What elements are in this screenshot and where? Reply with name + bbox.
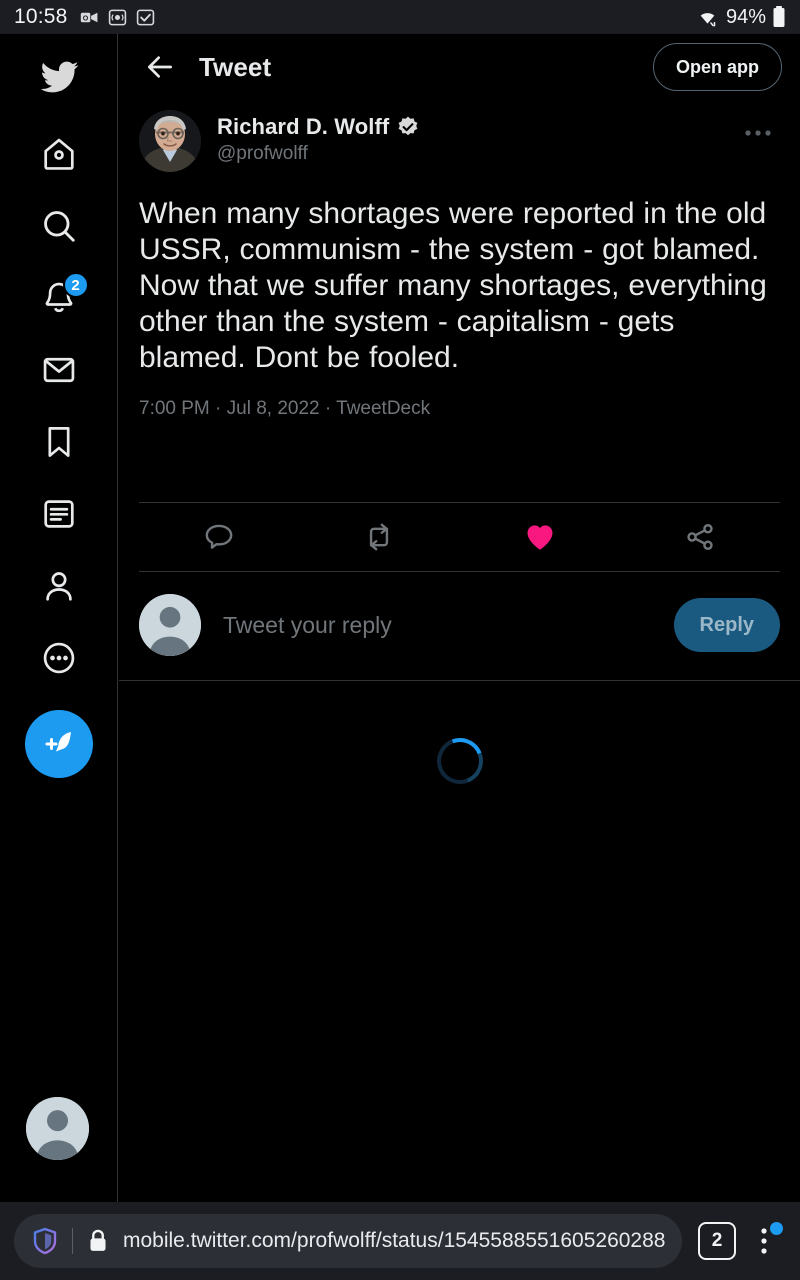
tweet-author-row: Richard D. Wolff @profwolff xyxy=(139,110,780,172)
share-action-button[interactable] xyxy=(620,503,780,571)
battery-percent: 94% xyxy=(725,5,766,28)
conversation-loading-area xyxy=(119,681,800,841)
sidebar-item-messages[interactable] xyxy=(23,334,95,406)
search-icon xyxy=(43,211,75,242)
page-title: Tweet xyxy=(199,51,272,82)
author-name-block: Richard D. Wolff @profwolff xyxy=(217,110,420,165)
browser-menu-button[interactable] xyxy=(742,1217,786,1265)
back-arrow-icon xyxy=(148,56,172,78)
default-avatar-icon xyxy=(139,594,201,656)
brave-shield-icon[interactable] xyxy=(30,1226,60,1256)
author-handle: @profwolff xyxy=(217,143,308,164)
tweet-more-button[interactable] xyxy=(736,110,780,150)
url-bar[interactable]: mobile.twitter.com/profwolff/status/1545… xyxy=(14,1214,682,1268)
svg-text:O: O xyxy=(82,14,88,22)
tweet-text: When many shortages were reported in the… xyxy=(139,197,767,374)
more-vertical-icon xyxy=(761,1228,767,1254)
screen-root: 10:58 O 94% 2 Tweet Open app Richard D. … xyxy=(0,0,800,1280)
open-app-button[interactable]: Open app xyxy=(652,43,782,91)
page-header: Tweet Open app xyxy=(119,34,800,100)
retweet-icon xyxy=(370,523,389,551)
verified-badge-icon xyxy=(398,116,418,136)
battery-icon xyxy=(773,6,785,27)
twitter-sidebar-rail: 2 xyxy=(0,34,118,1202)
twitter-bird-icon xyxy=(40,61,78,93)
heart-icon xyxy=(527,525,553,550)
url-text: mobile.twitter.com/profwolff/status/1545… xyxy=(123,1229,666,1252)
twitter-bird-logo[interactable] xyxy=(23,46,95,108)
compose-feather-icon xyxy=(45,732,71,752)
sidebar-item-explore[interactable] xyxy=(23,190,95,262)
loading-spinner xyxy=(429,730,490,792)
author-photo-icon xyxy=(139,110,201,172)
status-clock: 10:58 xyxy=(14,5,68,28)
reply-submit-button[interactable]: Reply xyxy=(673,598,780,652)
sidebar-item-profile[interactable] xyxy=(23,550,95,622)
reply-avatar xyxy=(139,594,201,656)
wifi-icon xyxy=(700,13,716,27)
reply-action-button[interactable] xyxy=(139,503,299,571)
retweet-action-button[interactable] xyxy=(299,503,459,571)
sidebar-item-notifications[interactable]: 2 xyxy=(23,262,95,334)
author-name-row: Richard D. Wolff xyxy=(217,114,420,140)
list-icon xyxy=(43,500,74,528)
notifications-badge: 2 xyxy=(62,272,89,298)
bookmark-icon xyxy=(47,427,70,457)
tweet-timestamp: 7:00 PM · Jul 8, 2022 · TweetDeck xyxy=(139,398,431,419)
checkbox-icon xyxy=(136,9,154,25)
sidebar-item-home[interactable] xyxy=(23,118,95,190)
more-horizontal-icon xyxy=(745,130,771,136)
browser-bottom-bar: mobile.twitter.com/profwolff/status/1545… xyxy=(0,1202,800,1280)
menu-notification-dot xyxy=(770,1222,783,1235)
status-notification-icons: O xyxy=(80,8,155,27)
person-icon xyxy=(45,572,72,601)
reply-composer[interactable]: Tweet your reply Reply xyxy=(119,572,800,680)
author-display-name: Richard D. Wolff xyxy=(217,114,390,139)
like-action-button[interactable] xyxy=(460,503,620,571)
compose-tweet-button[interactable] xyxy=(24,710,93,778)
default-avatar-icon xyxy=(26,1097,89,1160)
screen-record-icon xyxy=(108,9,126,25)
envelope-icon xyxy=(43,357,74,383)
comment-icon xyxy=(205,524,233,549)
sidebar-item-lists[interactable] xyxy=(23,478,95,550)
sidebar-account-avatar[interactable] xyxy=(26,1097,89,1160)
sidebar-item-more[interactable] xyxy=(23,622,95,694)
share-icon xyxy=(687,524,713,550)
main-content-column: Tweet Open app Richard D. Wolff @profwol… xyxy=(119,34,800,1202)
back-button[interactable] xyxy=(139,46,181,88)
url-separator xyxy=(72,1228,73,1254)
tab-counter-button[interactable]: 2 xyxy=(698,1222,736,1260)
tweet-action-bar xyxy=(139,502,780,572)
android-status-bar: 10:58 O 94% xyxy=(0,0,800,34)
status-right-cluster: 94% xyxy=(695,5,786,29)
tweet-detail: Richard D. Wolff @profwolff When many sh… xyxy=(119,100,800,572)
lock-icon xyxy=(90,1229,106,1251)
more-circle-icon xyxy=(43,642,74,674)
home-icon xyxy=(43,138,74,170)
reply-input[interactable]: Tweet your reply xyxy=(223,612,392,639)
sidebar-item-bookmarks[interactable] xyxy=(23,406,95,478)
author-avatar[interactable] xyxy=(139,110,201,172)
outlook-video-icon: O xyxy=(80,12,97,22)
